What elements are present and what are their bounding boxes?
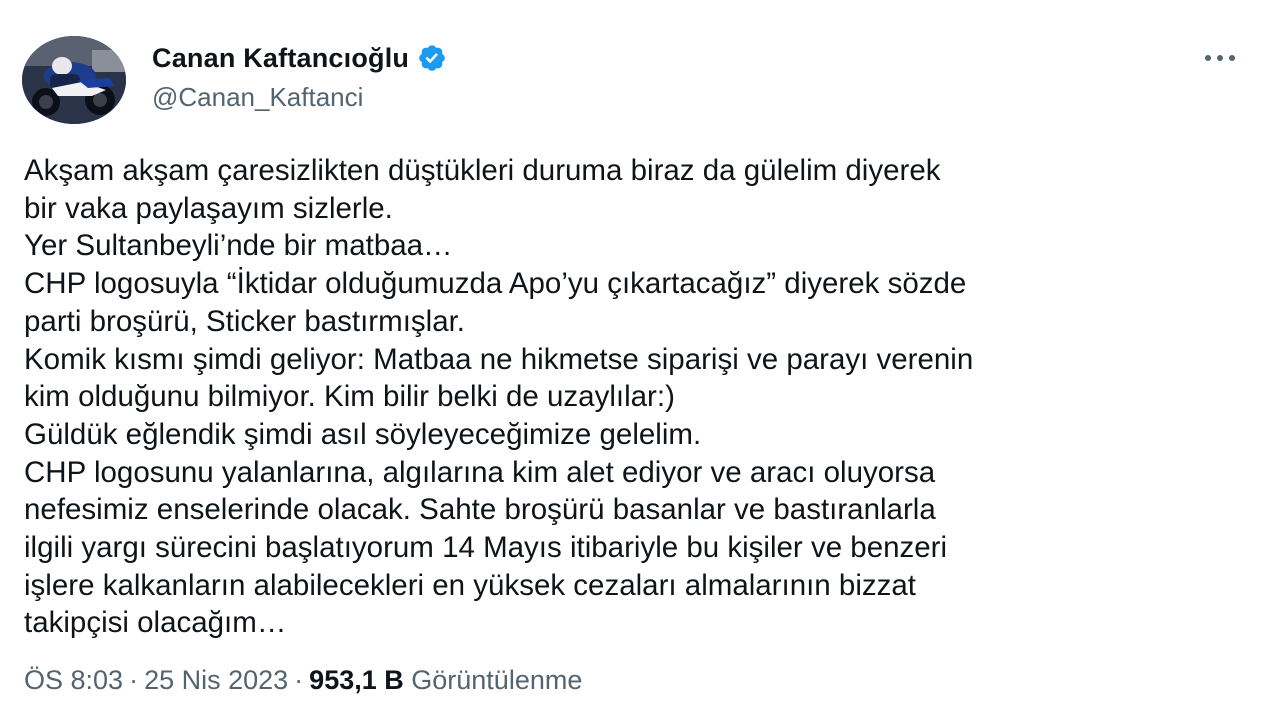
tweet-line: CHP logosuyla “İktidar olduğumuzda Apo’y… <box>24 267 967 301</box>
tweet-time[interactable]: ÖS 8:03 <box>24 665 123 695</box>
tweet-line: işlere kalkanların alabilecekleri en yük… <box>24 568 916 602</box>
views-count: 953,1 B <box>309 665 404 695</box>
author-info: Canan Kaftancıoğlu @Canan_Kaftanci <box>152 40 447 113</box>
verified-badge-icon <box>419 45 445 71</box>
tweet-line: bir vaka paylaşayım sizlerle. <box>24 191 393 225</box>
tweet-meta: ÖS 8:03 · 25 Nis 2023 · 953,1 B Görüntülenme <box>24 662 582 698</box>
more-options-icon[interactable] <box>1200 46 1240 70</box>
display-name[interactable]: Canan Kaftancıoğlu <box>152 43 409 74</box>
tweet-line: Yer Sultanbeyli’nde bir matbaa… <box>24 229 453 263</box>
tweet-line: nefesimiz enselerinde olacak. Sahte broş… <box>24 493 936 527</box>
tweet-line: CHP logosunu yalanlarına, algılarına kim… <box>24 455 936 489</box>
avatar[interactable] <box>22 36 126 124</box>
handle[interactable]: @Canan_Kaftanci <box>152 82 447 113</box>
avatar-image <box>22 36 126 124</box>
tweet-line: ilgili yargı sürecini başlatıyorum 14 Ma… <box>24 531 948 565</box>
separator: · <box>129 665 139 695</box>
name-row: Canan Kaftancıoğlu <box>152 40 447 76</box>
tweet-line: parti broşürü, Sticker bastırmışlar. <box>24 304 466 338</box>
tweet-date[interactable]: 25 Nis 2023 <box>144 665 288 695</box>
tweet-line: Güldük eğlendik şimdi asıl söyleyeceğimi… <box>24 417 702 451</box>
views-label: Görüntülenme <box>411 665 583 695</box>
tweet-text: Akşam akşam çaresizlikten düştükleri dur… <box>24 152 1256 642</box>
tweet-line: Akşam akşam çaresizlikten düştükleri dur… <box>24 154 941 187</box>
tweet-line: Komik kısmı şimdi geliyor: Matbaa ne hik… <box>24 342 974 376</box>
tweet-line: kim olduğunu bilmiyor. Kim bilir belki d… <box>24 380 675 414</box>
separator: · <box>294 665 304 695</box>
tweet-line: takipçisi olacağım… <box>24 606 287 640</box>
tweet: Canan Kaftancıoğlu @Canan_Kaftanci Akşam… <box>0 0 1280 720</box>
